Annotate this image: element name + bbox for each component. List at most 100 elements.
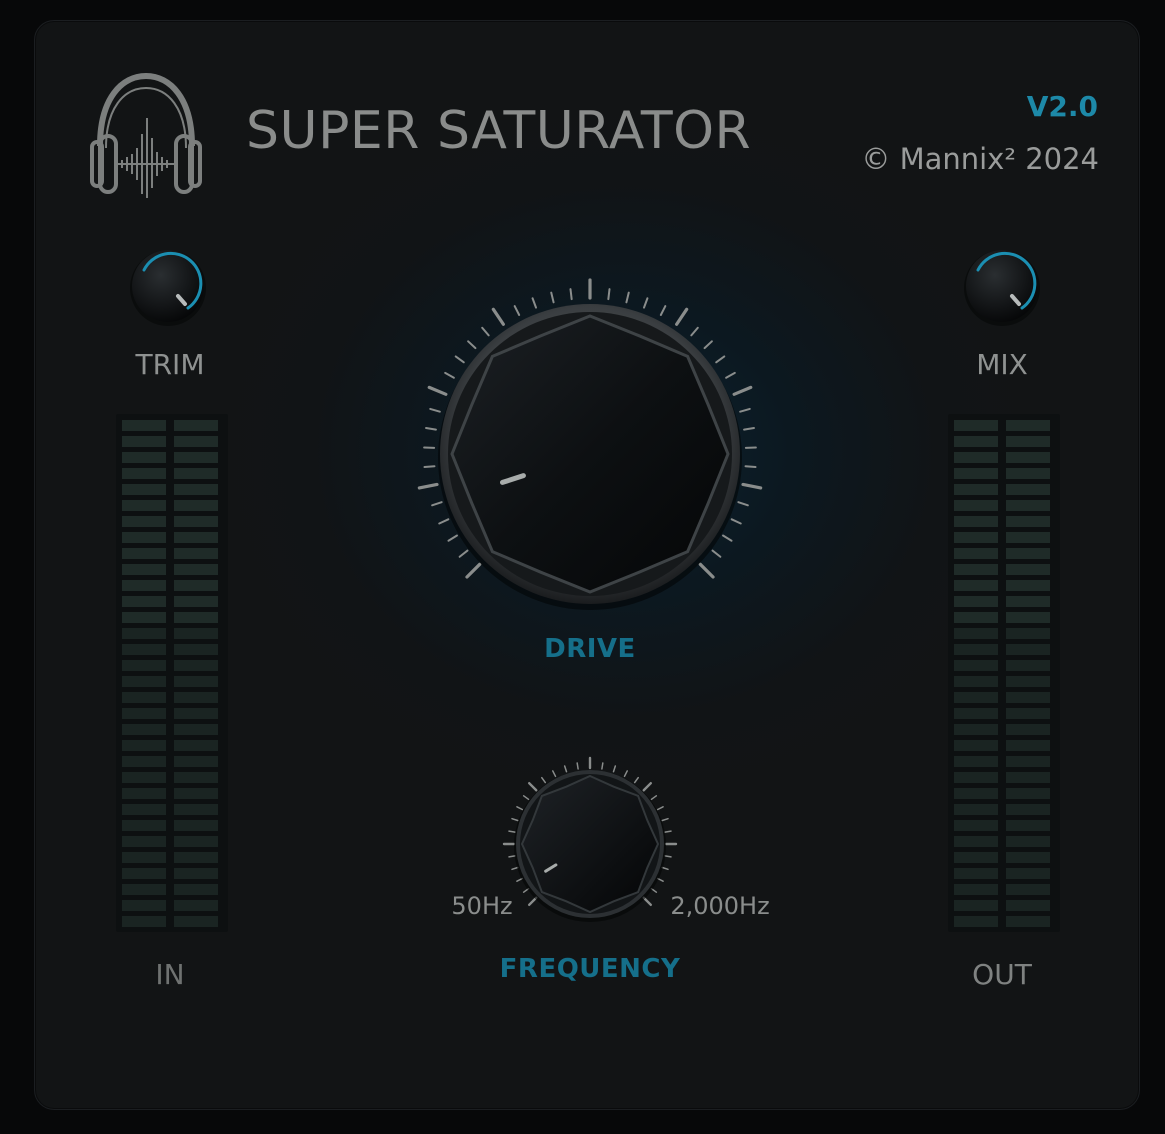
meter-segment [1006, 436, 1050, 447]
scale-tick [642, 297, 649, 309]
trim-knob[interactable] [126, 244, 210, 328]
frequency-min-label: 50Hz [451, 892, 513, 920]
scale-tick [650, 795, 658, 801]
meter-segment [174, 548, 218, 559]
meter-segment [1006, 532, 1050, 543]
meter-segment [174, 836, 218, 847]
scale-tick [481, 326, 490, 337]
trim-label: TRIM [135, 348, 205, 381]
meter-segment [1006, 788, 1050, 799]
meter-segment [1006, 692, 1050, 703]
meter-segment [954, 772, 998, 783]
scale-tick [563, 765, 568, 773]
meter-segment [122, 548, 166, 559]
meter-segment [954, 420, 998, 431]
meter-segment [122, 916, 166, 927]
meter-segment [954, 708, 998, 719]
meter-segment [174, 708, 218, 719]
meter-segment [954, 500, 998, 511]
output-level-meter [948, 414, 1060, 932]
meter-segment [1006, 836, 1050, 847]
meter-segment [122, 836, 166, 847]
meter-segment [122, 676, 166, 687]
copyright-label: © Mannix² 2024 [861, 142, 1099, 176]
plugin-title: SUPER SATURATOR [246, 101, 752, 161]
input-meter-label: IN [155, 958, 185, 991]
scale-tick [722, 534, 733, 542]
scale-tick [664, 830, 672, 833]
scale-tick [675, 307, 689, 326]
meter-segment [122, 868, 166, 879]
meter-segment [1006, 708, 1050, 719]
scale-tick [454, 355, 465, 364]
meter-segment [954, 516, 998, 527]
scale-tick [711, 549, 722, 558]
scale-tick [431, 501, 443, 507]
scale-tick [633, 776, 639, 784]
meter-segment [174, 772, 218, 783]
scale-tick [642, 896, 653, 907]
meter-segment [1006, 820, 1050, 831]
meter-segment [122, 644, 166, 655]
meter-segment [1006, 772, 1050, 783]
scale-tick [465, 562, 482, 579]
meter-segment [174, 532, 218, 543]
scale-tick [659, 305, 667, 317]
scale-tick [656, 877, 664, 882]
scale-tick [730, 518, 742, 525]
meter-segment [122, 884, 166, 895]
mix-knob[interactable] [960, 244, 1044, 328]
meter-segment [1006, 740, 1050, 751]
meter-segment [174, 788, 218, 799]
meter-segment [954, 580, 998, 591]
version-label: V2.0 [1026, 90, 1098, 123]
meter-segment [1006, 724, 1050, 735]
meter-segment [954, 596, 998, 607]
meter-segment [954, 868, 998, 879]
headphones-logo-icon [90, 72, 202, 198]
meter-segment [1006, 756, 1050, 767]
meter-segment [1006, 916, 1050, 927]
meter-segment [122, 804, 166, 815]
drive-knob[interactable] [410, 272, 770, 632]
meter-segment [122, 436, 166, 447]
scale-tick [531, 297, 538, 309]
scale-tick [425, 427, 437, 431]
meter-segment [954, 484, 998, 495]
meter-segment [174, 580, 218, 591]
output-meter-left-channel [954, 420, 998, 932]
scale-tick [527, 781, 538, 792]
meter-segment [122, 564, 166, 575]
meter-segment [174, 868, 218, 879]
meter-segment [954, 916, 998, 927]
meter-segment [1006, 596, 1050, 607]
meter-segment [122, 692, 166, 703]
meter-segment [954, 548, 998, 559]
meter-segment [1006, 612, 1050, 623]
meter-segment [174, 804, 218, 815]
output-meter-right-channel [1006, 420, 1050, 932]
meter-segment [1006, 660, 1050, 671]
meter-segment [122, 580, 166, 591]
scale-tick [458, 549, 469, 558]
meter-segment [122, 420, 166, 431]
meter-segment [1006, 628, 1050, 639]
meter-segment [954, 740, 998, 751]
meter-segment [174, 660, 218, 671]
scale-tick [623, 770, 628, 778]
meter-segment [1006, 548, 1050, 559]
meter-segment [954, 436, 998, 447]
scale-tick [552, 770, 557, 778]
meter-segment [174, 692, 218, 703]
scale-tick [612, 765, 617, 773]
meter-segment [174, 468, 218, 479]
meter-segment [122, 788, 166, 799]
scale-tick [737, 501, 749, 507]
meter-segment [122, 660, 166, 671]
meter-segment [1006, 500, 1050, 511]
meter-segment [122, 484, 166, 495]
scale-tick [508, 830, 516, 833]
meter-segment [122, 596, 166, 607]
meter-segment [122, 708, 166, 719]
meter-segment [954, 676, 998, 687]
